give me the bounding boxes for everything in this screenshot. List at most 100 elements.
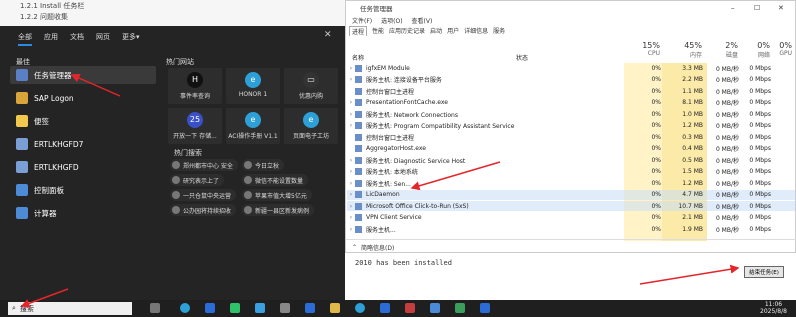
process-row[interactable]: › LicDaemon 0% 4.7 MB 0 MB/秒 0 Mbps: [347, 189, 795, 200]
column-gpu[interactable]: 0% GPU: [770, 41, 792, 63]
app-icon[interactable]: [430, 303, 440, 313]
hot-search-chip[interactable]: 新疆一县区新发病例: [242, 204, 315, 216]
app-icon[interactable]: [480, 303, 490, 313]
expand-chevron-icon[interactable]: ›: [347, 168, 355, 175]
maximize-icon[interactable]: ☐: [754, 4, 760, 12]
column-name[interactable]: 名称: [352, 53, 364, 62]
site-icon: H: [187, 72, 203, 88]
process-row[interactable]: › 服务主机: 连接设备平台服务 0% 2.2 MB 0 MB/秒 0 Mbps: [347, 75, 795, 85]
tab-services[interactable]: 服务: [493, 26, 505, 36]
hot-site-tile[interactable]: 25 开放一下 存储...: [168, 108, 222, 144]
column-network[interactable]: 0% 网络: [740, 41, 770, 63]
process-row[interactable]: › PresentationFontCache.exe 0% 8.1 MB 0 MB/秒…: [347, 98, 795, 108]
menu-file[interactable]: 文件(F): [352, 16, 372, 25]
process-row[interactable]: › 服务主机: Diagnostic Service Host 0% 0.5 MB 0 …: [347, 155, 795, 165]
expand-chevron-icon[interactable]: ›: [347, 65, 355, 72]
task-manager-titlebar[interactable]: 任务管理器 – ☐ ✕: [346, 1, 796, 15]
tab-details[interactable]: 详细信息: [464, 26, 488, 36]
process-row[interactable]: 控制台窗口主进程 0% 0.3 MB 0 MB/秒 0 Mbps: [347, 132, 795, 142]
expand-chevron-icon[interactable]: ›: [347, 157, 355, 164]
best-match-item[interactable]: SAP Logon: [10, 89, 156, 107]
taskbar-search-box[interactable]: ⌕ 搜索: [8, 302, 132, 315]
best-match-item[interactable]: 计算器: [10, 204, 156, 222]
tab-users[interactable]: 用户: [447, 26, 459, 36]
hot-search-chip[interactable]: 郑州都市中心 安全: [170, 159, 238, 171]
expand-chevron-icon[interactable]: ›: [347, 180, 355, 187]
edge-icon[interactable]: [180, 303, 190, 313]
column-memory[interactable]: 45% 内存: [662, 41, 702, 63]
close-icon[interactable]: ✕: [324, 30, 332, 40]
tab-documents[interactable]: 文档: [70, 32, 84, 46]
column-cpu[interactable]: 15% CPU: [622, 41, 660, 63]
tab-startup[interactable]: 启动: [430, 26, 442, 36]
hot-site-tile[interactable]: e ACI操作手册 V1.1: [226, 108, 280, 144]
process-row[interactable]: › 服务主机: Sen... 0% 1.2 MB 0 MB/秒 0 Mbps: [347, 178, 795, 188]
menu-view[interactable]: 查看(V): [412, 16, 433, 25]
best-match-item[interactable]: ERTLKHGFD: [10, 158, 156, 176]
app-icon[interactable]: [405, 303, 415, 313]
outlook-icon[interactable]: [205, 303, 215, 313]
expand-chevron-icon[interactable]: ›: [347, 111, 355, 118]
tab-more[interactable]: 更多▾: [122, 32, 140, 46]
process-row[interactable]: › 服务主机: 本地系统 0% 1.5 MB 0 MB/秒 0 Mbps: [347, 167, 795, 177]
file-explorer-icon[interactable]: [330, 303, 340, 313]
expand-chevron-icon[interactable]: ›: [347, 99, 355, 106]
hot-site-tile[interactable]: e 页面电子工坊: [284, 108, 338, 144]
task-view-icon[interactable]: [150, 303, 160, 313]
close-icon[interactable]: ✕: [778, 4, 784, 12]
tab-apps[interactable]: 应用: [44, 32, 58, 46]
process-row[interactable]: › 服务主机... 0% 1.9 MB 0 MB/秒 0 Mbps: [347, 224, 795, 234]
hot-search-chip[interactable]: 研究表示上了: [170, 174, 225, 186]
app-icon[interactable]: [455, 303, 465, 313]
hot-site-tile[interactable]: e HONOR 1: [226, 68, 280, 104]
expand-chevron-icon[interactable]: ›: [347, 191, 355, 198]
best-match-item[interactable]: 便签: [10, 112, 156, 130]
hot-site-tile[interactable]: ▭ 优惠内购: [284, 68, 338, 104]
best-match-item[interactable]: 控制面板: [10, 181, 156, 199]
process-row[interactable]: › 服务主机: Program Compatibility Assistant S…: [347, 121, 795, 131]
process-row[interactable]: › VPN Client Service 0% 2.1 MB 0 MB/秒 0 Mbps: [347, 213, 795, 223]
expand-chevron-icon[interactable]: ›: [347, 214, 355, 221]
process-row[interactable]: 控制台窗口主进程 0% 1.1 MB 0 MB/秒 0 Mbps: [347, 86, 795, 96]
site-label: 开放一下 存储...: [173, 133, 217, 140]
hot-search-chip[interactable]: 今日立秋: [242, 159, 285, 171]
process-row[interactable]: › 服务主机: Network Connections 0% 1.0 MB 0 MB/秒…: [347, 109, 795, 119]
hot-site-tile[interactable]: H 事件率查询: [168, 68, 222, 104]
column-disk[interactable]: 2% 磁盘: [702, 41, 738, 63]
hot-search-chip[interactable]: 微信不能设置数量: [242, 174, 309, 186]
process-mem-value: 1.0 MB: [682, 110, 703, 118]
tab-performance[interactable]: 性能: [372, 26, 384, 36]
system-clock[interactable]: 11:06 2025/8/8: [760, 301, 787, 315]
app-icon[interactable]: [280, 303, 290, 313]
end-task-button[interactable]: 结束任务(E): [744, 266, 784, 278]
hot-search-chip[interactable]: 苹果市值大增5亿元: [242, 189, 312, 201]
word-icon[interactable]: [380, 303, 390, 313]
process-net-value: 0 Mbps: [749, 191, 771, 199]
browser-icon[interactable]: [355, 303, 365, 313]
tab-web[interactable]: 网页: [96, 32, 110, 46]
expand-chevron-icon[interactable]: ›: [347, 203, 355, 210]
tab-all[interactable]: 全部: [18, 32, 32, 46]
hot-search-chip[interactable]: 一只仓鼠中央运营: [170, 189, 237, 201]
column-status[interactable]: 状态: [516, 53, 528, 62]
disk-label: 磁盘: [725, 52, 738, 59]
menu-options[interactable]: 选项(O): [381, 16, 402, 25]
tab-app-history[interactable]: 应用历史记录: [389, 26, 425, 36]
app-icon[interactable]: [255, 303, 265, 313]
process-row[interactable]: › Microsoft Office Click-to-Run (SxS) 0% 10…: [347, 201, 795, 212]
gpu-percent: 0%: [779, 41, 792, 50]
expand-chevron-icon[interactable]: ›: [347, 122, 355, 129]
fewer-details-link[interactable]: 简略信息(D): [361, 243, 394, 252]
expand-chevron-icon[interactable]: ›: [347, 226, 355, 233]
process-row[interactable]: AggregatorHost.exe 0% 0.4 MB 0 MB/秒 0 Mbps: [347, 144, 795, 154]
collapse-chevron-icon[interactable]: ⌃: [352, 244, 357, 251]
app-icon[interactable]: [230, 303, 240, 313]
app-icon[interactable]: [305, 303, 315, 313]
expand-chevron-icon[interactable]: ›: [347, 76, 355, 83]
best-match-item[interactable]: ERTLKHGFD7: [10, 135, 156, 153]
best-match-item[interactable]: 任务管理器: [10, 66, 156, 84]
minimize-icon[interactable]: –: [731, 4, 735, 12]
process-row[interactable]: › igfxEM Module 0% 3.3 MB 0 MB/秒 0 Mbps: [347, 63, 795, 73]
tab-processes[interactable]: 进程: [349, 26, 368, 36]
hot-search-chip[interactable]: 公办园将持续招收: [170, 204, 237, 216]
